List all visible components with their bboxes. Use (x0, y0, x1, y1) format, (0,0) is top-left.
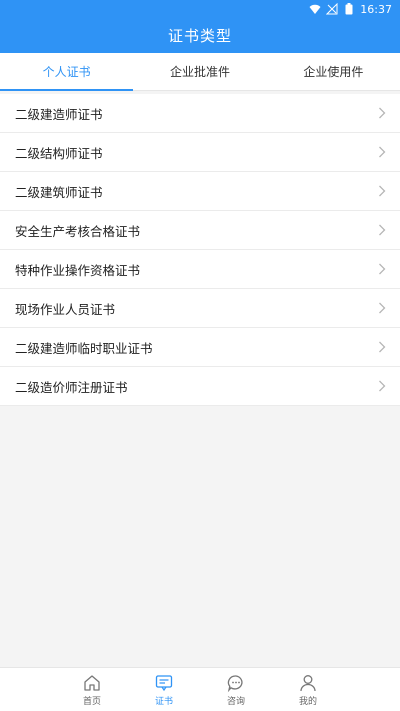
list-item[interactable]: 二级建造师临时职业证书 (0, 328, 400, 367)
list-item-label: 二级造价师注册证书 (15, 379, 128, 395)
chevron-right-icon (378, 107, 386, 119)
list-item[interactable]: 特种作业操作资格证书 (0, 250, 400, 289)
certificate-list: 二级建造师证书 二级结构师证书 二级建筑师证书 安全生产考核合格证书 特种作业操… (0, 94, 400, 406)
list-item-label: 二级建造师临时职业证书 (15, 340, 153, 356)
nav-label: 咨询 (226, 696, 245, 707)
nav-label: 我的 (298, 696, 317, 707)
chevron-right-icon (378, 341, 386, 353)
page-title: 证书类型 (167, 27, 232, 45)
chevron-right-icon (378, 146, 386, 158)
status-bar: 16:37 (0, 0, 400, 18)
chevron-right-icon (378, 302, 386, 314)
wifi-icon (309, 3, 321, 15)
battery-icon (343, 3, 355, 15)
chat-icon (226, 673, 246, 693)
certificate-icon (154, 673, 174, 693)
status-time: 16:37 (360, 2, 392, 16)
list-item[interactable]: 二级建筑师证书 (0, 172, 400, 211)
tab-bar: 个人证书 企业批准件 企业使用件 (0, 53, 400, 91)
chevron-right-icon (378, 224, 386, 236)
nav-item-certificate[interactable]: 证书 (146, 668, 182, 711)
bottom-nav: 首页 证书 咨询 我的 (0, 667, 400, 711)
tab-personal-certificate[interactable]: 个人证书 (0, 53, 134, 91)
list-item[interactable]: 二级造价师注册证书 (0, 367, 400, 406)
chevron-right-icon (378, 185, 386, 197)
list-item[interactable]: 现场作业人员证书 (0, 289, 400, 328)
chevron-right-icon (378, 263, 386, 275)
list-item-label: 二级结构师证书 (15, 145, 103, 161)
list-item-label: 现场作业人员证书 (15, 301, 116, 317)
list-item-label: 特种作业操作资格证书 (15, 262, 141, 278)
chevron-right-icon (378, 380, 386, 392)
tab-enterprise-approval[interactable]: 企业批准件 (133, 53, 266, 90)
nav-item-home[interactable]: 首页 (74, 668, 110, 711)
app-header: 证书类型 (0, 18, 400, 53)
list-item[interactable]: 安全生产考核合格证书 (0, 211, 400, 250)
list-item-label: 二级建造师证书 (15, 106, 103, 122)
user-icon (298, 673, 318, 693)
nav-item-consult[interactable]: 咨询 (218, 668, 254, 711)
nav-label: 证书 (154, 696, 173, 707)
nav-label: 首页 (82, 696, 101, 707)
list-item-label: 二级建筑师证书 (15, 184, 103, 200)
list-item[interactable]: 二级建造师证书 (0, 94, 400, 133)
home-icon (82, 673, 102, 693)
no-signal-icon (326, 3, 338, 15)
list-item[interactable]: 二级结构师证书 (0, 133, 400, 172)
nav-item-profile[interactable]: 我的 (290, 668, 326, 711)
list-item-label: 安全生产考核合格证书 (15, 223, 141, 239)
tab-enterprise-usage[interactable]: 企业使用件 (267, 53, 400, 90)
